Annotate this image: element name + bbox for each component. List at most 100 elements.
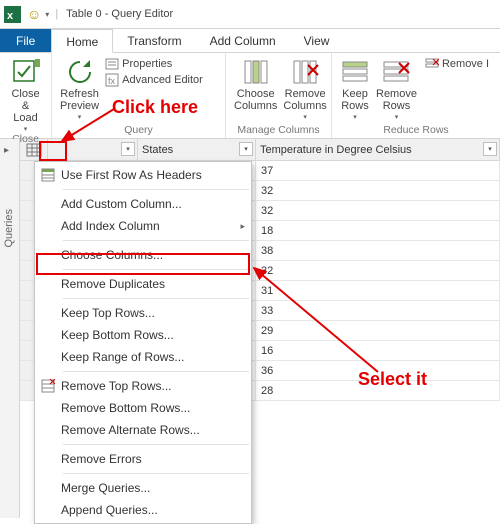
tab-file[interactable]: File (0, 29, 51, 52)
menu-label: Remove Alternate Rows... (61, 423, 251, 437)
keep-rows-icon (340, 57, 370, 87)
menu-merge-queries[interactable]: Merge Queries... (35, 477, 251, 499)
close-and-load-button[interactable]: Close & Load ▾ (6, 55, 45, 133)
remove-columns-button[interactable]: Remove Columns ▾ (281, 55, 328, 121)
svg-text:fx: fx (108, 76, 116, 86)
tab-addcolumn[interactable]: Add Column (196, 29, 290, 52)
title-separator: | (55, 8, 58, 20)
annotation-click-here: Click here (112, 97, 198, 118)
tab-transform[interactable]: Transform (113, 29, 195, 52)
menu-add-index-column[interactable]: Add Index Column▸ (35, 215, 251, 237)
properties-icon (105, 57, 119, 71)
cell-temperature[interactable]: 32 (256, 181, 500, 200)
group-reducerows-label: Reduce Rows (338, 124, 494, 138)
window-title: Table 0 - Query Editor (66, 8, 173, 20)
menu-label: Merge Queries... (61, 481, 251, 495)
menu-label: Remove Top Rows... (61, 379, 251, 393)
menu-remove-bottom-rows[interactable]: Remove Bottom Rows... (35, 397, 251, 419)
annotation-arrow-select (248, 262, 388, 382)
cell-temperature[interactable]: 38 (256, 241, 500, 260)
remove-top-icon (35, 379, 61, 393)
advanced-editor-button[interactable]: fx Advanced Editor (105, 73, 203, 87)
cell-temperature[interactable]: 32 (256, 201, 500, 220)
menu-separator (63, 371, 249, 372)
ribbon-tabs: File Home Transform Add Column View (0, 29, 500, 53)
menu-label: Keep Range of Rows... (61, 350, 251, 364)
keep-rows-label: Keep Rows (341, 88, 369, 112)
menu-remove-alternate-rows[interactable]: Remove Alternate Rows... (35, 419, 251, 441)
annotation-box-choose (36, 253, 250, 275)
cell-temperature[interactable]: 37 (256, 161, 500, 180)
menu-label: Keep Top Rows... (61, 306, 251, 320)
group-managecols-label: Manage Columns (232, 124, 325, 138)
close-load-label: Close & Load (8, 88, 43, 124)
advanced-editor-icon: fx (105, 73, 119, 87)
col-header-states[interactable]: States ▾ (138, 139, 256, 160)
remove-columns-label: Remove Columns (283, 88, 326, 112)
remove-columns-icon (290, 57, 320, 87)
menu-label: Use First Row As Headers (61, 168, 251, 182)
menu-remove-errors[interactable]: Remove Errors (35, 448, 251, 470)
menu-keep-range-rows[interactable]: Keep Range of Rows... (35, 346, 251, 368)
tab-view[interactable]: View (290, 29, 344, 52)
remove-rows-icon (381, 57, 411, 87)
refresh-icon (65, 57, 95, 87)
menu-keep-top-rows[interactable]: Keep Top Rows... (35, 302, 251, 324)
menu-first-row-headers[interactable]: Use First Row As Headers (35, 164, 251, 186)
menu-label: Add Index Column (61, 219, 251, 233)
advanced-editor-label: Advanced Editor (122, 74, 203, 86)
menu-label: Remove Duplicates (61, 277, 251, 291)
submenu-arrow-icon: ▸ (240, 221, 245, 232)
filter-dropdown-icon[interactable]: ▾ (239, 142, 253, 156)
close-load-icon (11, 57, 41, 87)
menu-separator (63, 298, 249, 299)
menu-remove-duplicates[interactable]: Remove Duplicates (35, 273, 251, 295)
table-context-menu: Use First Row As Headers Add Custom Colu… (34, 161, 252, 524)
menu-separator (63, 473, 249, 474)
table-headers-icon (35, 168, 61, 182)
filter-dropdown-icon[interactable]: ▾ (483, 142, 497, 156)
remove-extra-button[interactable]: Remove I (425, 57, 489, 71)
col-header-temperature[interactable]: Temperature in Degree Celsius ▾ (256, 139, 500, 160)
menu-keep-bottom-rows[interactable]: Keep Bottom Rows... (35, 324, 251, 346)
choose-columns-icon (241, 57, 271, 87)
queries-label: Queries (3, 209, 15, 248)
menu-separator (63, 189, 249, 190)
chevron-right-icon[interactable]: ▸ (4, 145, 9, 156)
choose-columns-label: Choose Columns (234, 88, 277, 112)
remove-extra-label: Remove I (442, 58, 489, 70)
col-header-temp-label: Temperature in Degree Celsius (260, 144, 412, 156)
menu-label: Remove Bottom Rows... (61, 401, 251, 415)
menu-label: Add Custom Column... (61, 197, 251, 211)
menu-label: Append Queries... (61, 503, 251, 517)
keep-rows-button[interactable]: Keep Rows ▾ (338, 55, 372, 121)
menu-separator (63, 240, 249, 241)
remove-rows-label: Remove Rows (376, 88, 417, 112)
properties-label: Properties (122, 58, 172, 70)
menu-add-custom-column[interactable]: Add Custom Column... (35, 193, 251, 215)
remove-rows-small-icon (425, 57, 439, 71)
chevron-down-icon: ▾ (24, 125, 28, 133)
annotation-arrow-click (58, 105, 118, 145)
smiley-icon[interactable]: ☺ (27, 6, 41, 22)
choose-columns-button[interactable]: Choose Columns (232, 55, 279, 121)
menu-label: Remove Errors (61, 452, 251, 466)
excel-icon: x (4, 6, 21, 23)
queries-sidebar[interactable]: ▸ Queries (0, 139, 20, 518)
tab-home[interactable]: Home (51, 29, 113, 53)
annotation-select-it: Select it (358, 369, 427, 390)
properties-button[interactable]: Properties (105, 57, 203, 71)
chevron-down-icon: ▾ (303, 113, 307, 121)
col-header-states-label: States (142, 144, 173, 156)
qa-dropdown-icon[interactable]: ▾ (45, 10, 49, 19)
remove-rows-button[interactable]: Remove Rows ▾ (374, 55, 419, 121)
svg-text:x: x (7, 10, 14, 22)
menu-label: Keep Bottom Rows... (61, 328, 251, 342)
chevron-down-icon: ▾ (353, 113, 357, 121)
menu-remove-top-rows[interactable]: Remove Top Rows... (35, 375, 251, 397)
cell-temperature[interactable]: 18 (256, 221, 500, 240)
title-bar: x ☺ ▾ | Table 0 - Query Editor (0, 0, 500, 29)
chevron-down-icon: ▾ (395, 113, 399, 121)
menu-separator (63, 444, 249, 445)
filter-dropdown-icon[interactable]: ▾ (121, 142, 135, 156)
